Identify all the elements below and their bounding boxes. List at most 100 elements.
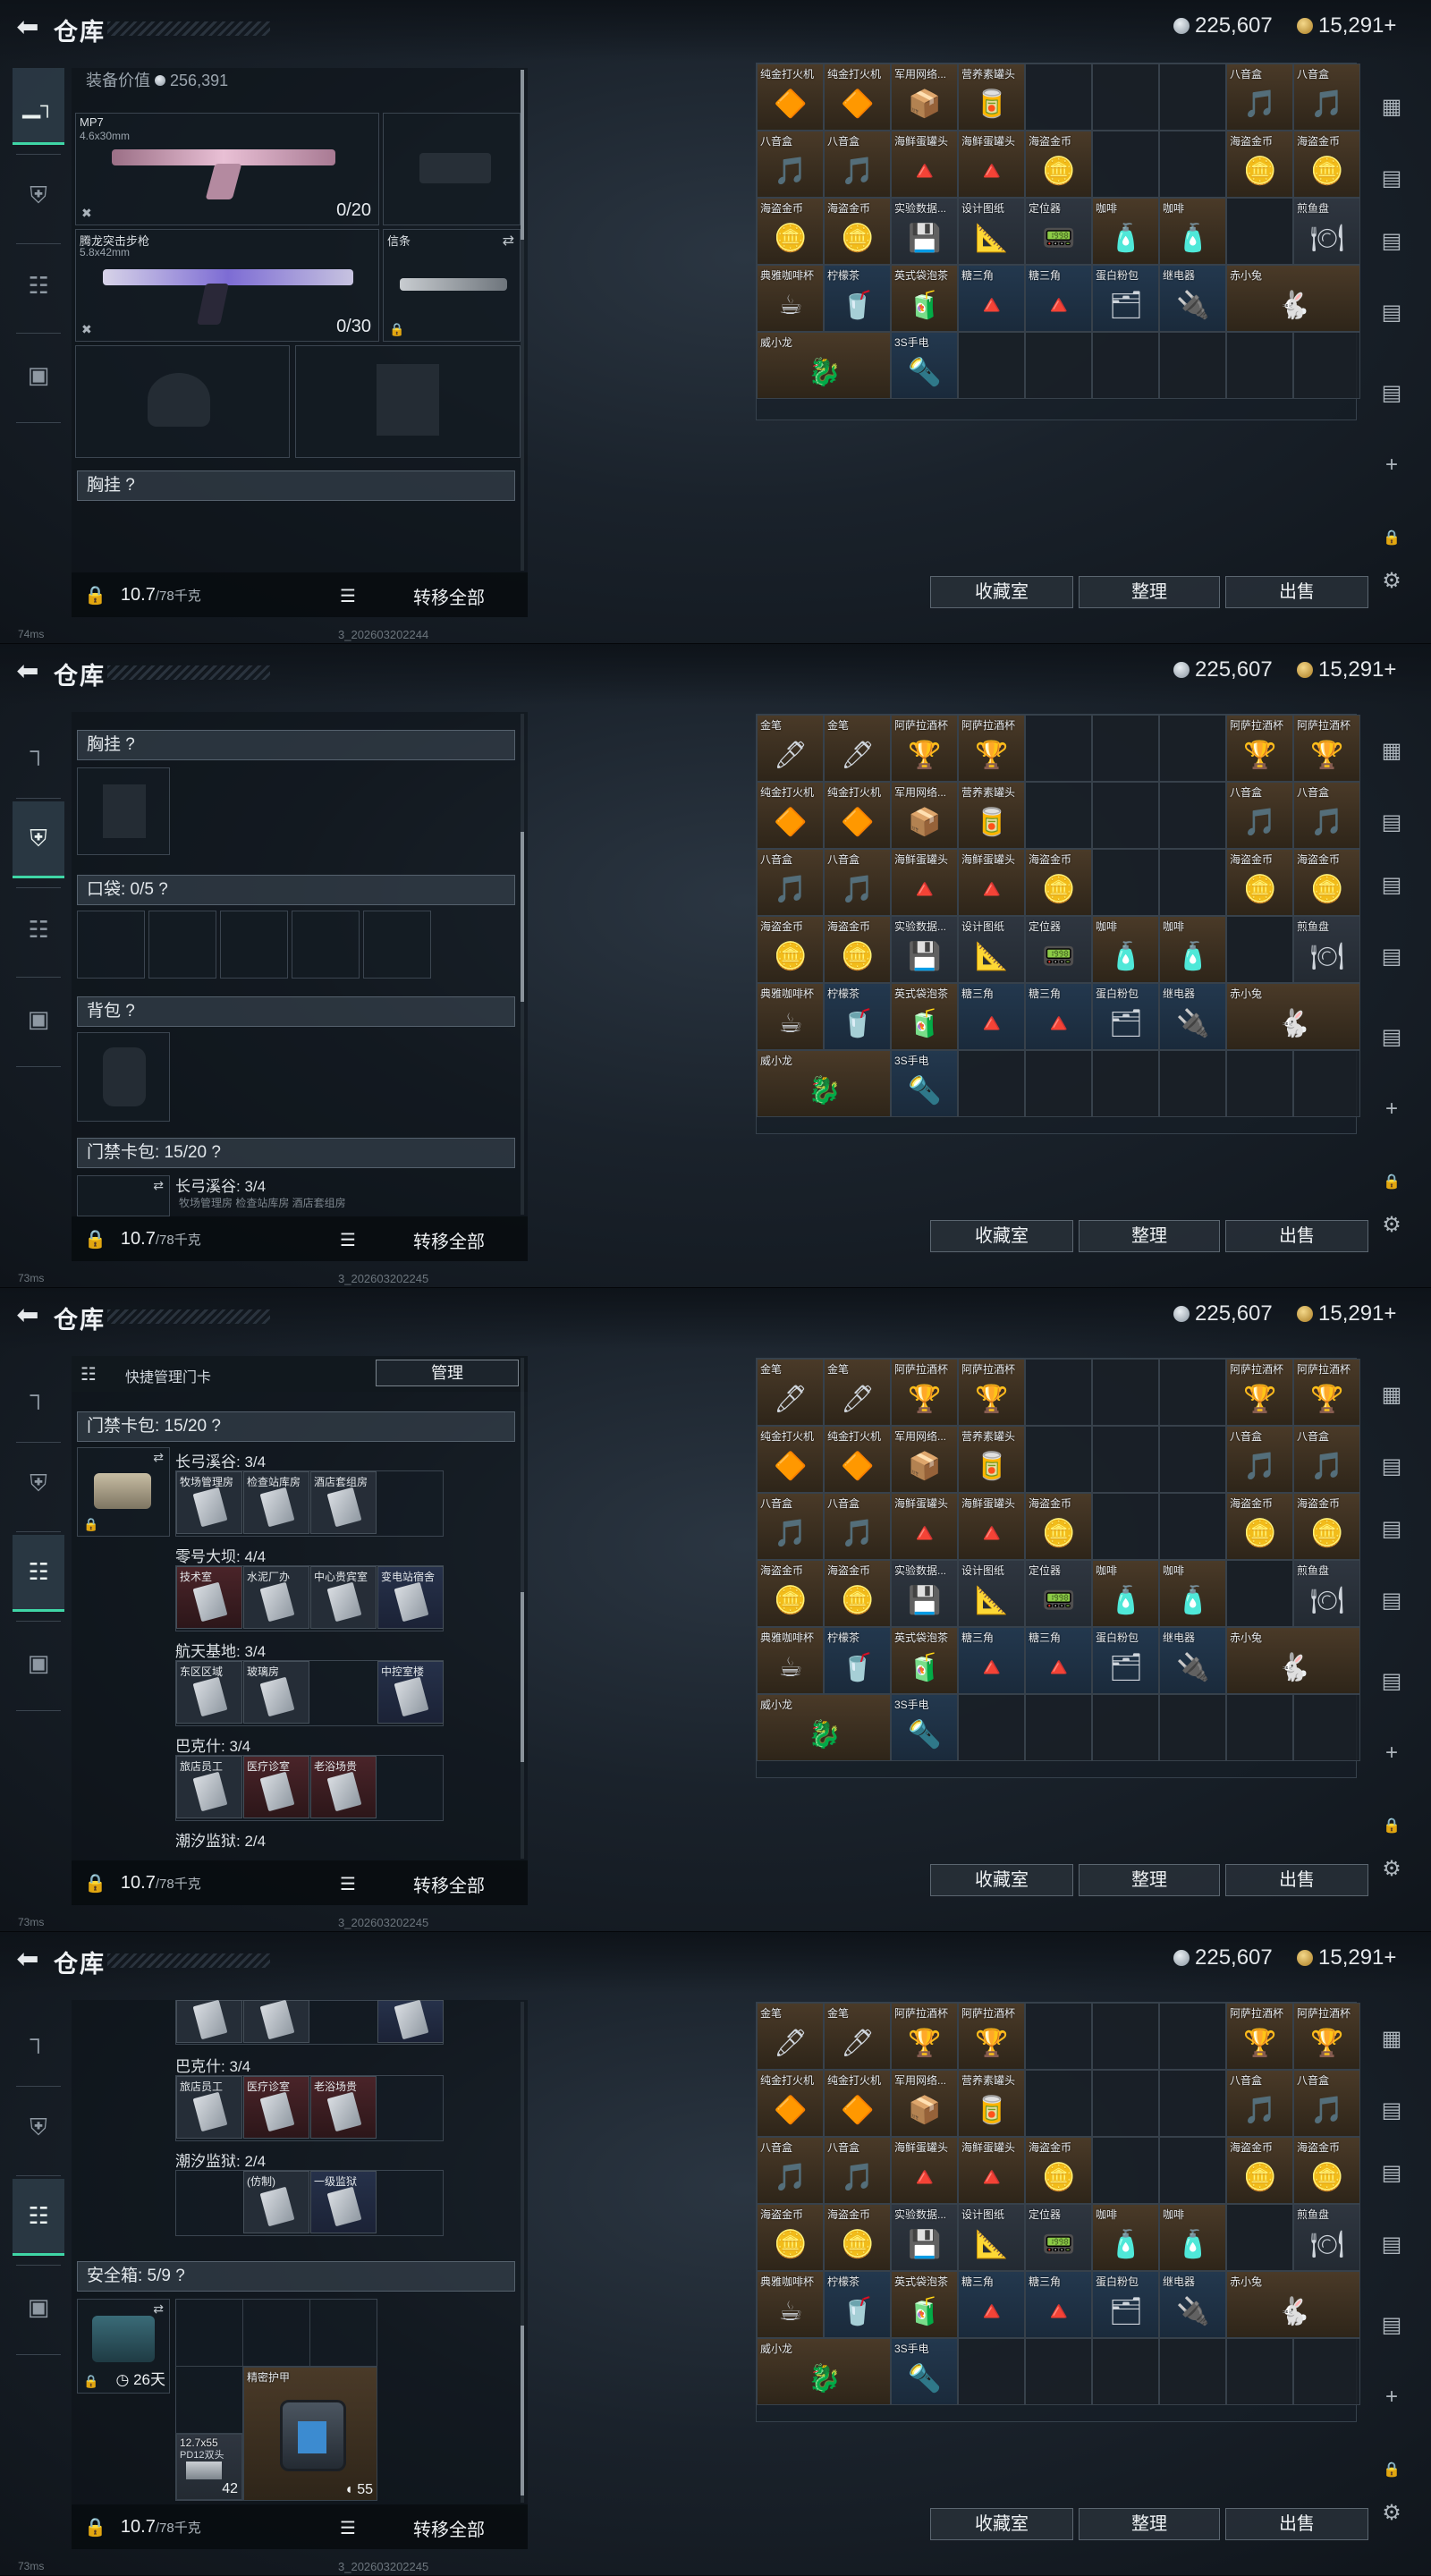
stash-item[interactable]: 金笔 🖊 <box>757 715 824 782</box>
stash-item[interactable]: 金笔 🖊 <box>824 2003 891 2070</box>
stash-item[interactable]: 糖三角 🔺 <box>1025 265 1092 332</box>
pocket-header[interactable]: 口袋: 0/5 ? <box>77 875 515 905</box>
rifle-slot[interactable]: 腾龙突击步枪 5.8x42mm ✖ 0/30 <box>75 229 379 342</box>
right-nav-grid-icon[interactable]: ▦ <box>1374 733 1410 769</box>
sort-button[interactable]: 整理 <box>1079 2508 1220 2540</box>
stash-item[interactable]: 继电器 🔌 <box>1159 983 1226 1050</box>
stash-item[interactable]: 设计图纸 📐 <box>958 916 1025 983</box>
list-icon[interactable]: ☰ <box>340 1229 356 1251</box>
stash-item[interactable]: 海盗金币 🪙 <box>1226 849 1293 916</box>
stash-item[interactable]: 阿萨拉酒杯 🏆 <box>1293 1359 1360 1426</box>
stash-item[interactable]: 军用网络... 📦 <box>891 64 958 131</box>
stash-item[interactable]: 八音盒 🎵 <box>824 131 891 198</box>
keycard-item[interactable]: 旅店员工 <box>176 2076 242 2139</box>
stash-item[interactable]: 威小龙 🐉 <box>757 2338 891 2405</box>
keycard-item[interactable]: 医疗诊室 <box>243 1756 309 1818</box>
back-arrow-icon[interactable]: ⬅ <box>13 13 43 43</box>
stash-item[interactable]: 八音盒 🎵 <box>824 849 891 916</box>
collection-button[interactable]: 收藏室 <box>930 1864 1073 1896</box>
gold-currency[interactable]: 15,291+ <box>1297 657 1396 682</box>
transfer-all-button[interactable]: 转移全部 <box>413 583 485 609</box>
stash-item[interactable]: 海盗金币 🪙 <box>1293 849 1360 916</box>
stash-item[interactable]: 八音盒 🎵 <box>824 2137 891 2204</box>
keycard-pack-header[interactable]: 门禁卡包: 15/20 ? <box>77 1411 515 1442</box>
stash-item[interactable]: 典雅咖啡杯 ☕ <box>757 2271 824 2338</box>
sell-button[interactable]: 出售 <box>1225 1864 1368 1896</box>
stash-item[interactable]: 金笔 🖊 <box>824 715 891 782</box>
stash-item[interactable]: 阿萨拉酒杯 🏆 <box>1226 715 1293 782</box>
chest-rig-header[interactable]: 胸挂 ? <box>77 730 515 760</box>
swap-icon[interactable]: ⇄ <box>153 1450 164 1465</box>
clipboard-tab[interactable]: ☷ <box>13 2179 64 2256</box>
stash-item[interactable]: 金笔 🖊 <box>757 2003 824 2070</box>
weapon-tab[interactable]: ┐ <box>13 712 64 789</box>
stash-item[interactable]: 军用网络... 📦 <box>891 782 958 849</box>
safe-box-slot[interactable]: ⇄ 🔒 ◷ 26天 <box>77 2299 170 2394</box>
stash-item[interactable]: 营养素罐头 🥫 <box>958 64 1025 131</box>
stash-item[interactable]: 继电器 🔌 <box>1159 1627 1226 1694</box>
armor-tab[interactable]: ⛨ <box>13 2089 64 2166</box>
swap-icon[interactable]: ⇄ <box>153 1178 164 1193</box>
stash-item[interactable]: 纯金打火机 🔶 <box>824 64 891 131</box>
stash-item[interactable]: 海盗金币 🪙 <box>1293 1493 1360 1560</box>
transfer-all-button[interactable]: 转移全部 <box>413 2515 485 2541</box>
stash-item[interactable]: 八音盒 🎵 <box>757 1493 824 1560</box>
pocket-slot[interactable] <box>363 911 431 979</box>
stash-item[interactable]: 纯金打火机 🔶 <box>757 64 824 131</box>
stash-item[interactable]: 柠檬茶 🥤 <box>824 983 891 1050</box>
back-arrow-icon[interactable]: ⬅ <box>13 657 43 687</box>
stash-item[interactable]: 海鲜蛋罐头 🔺 <box>958 1493 1025 1560</box>
right-nav-box-3-icon[interactable]: ▤ <box>1374 2227 1410 2263</box>
stash-item[interactable]: 蛋白粉包 🗂 <box>1092 265 1159 332</box>
stash-item[interactable]: 海盗金币 🪙 <box>824 1560 891 1627</box>
briefcase-tab[interactable]: ▣ <box>13 2268 64 2345</box>
clipboard-tab[interactable]: ☷ <box>13 247 64 324</box>
stash-item[interactable]: 3S手电 🔦 <box>891 2338 958 2405</box>
keycard-pack-header[interactable]: 门禁卡包: 15/20 ? <box>77 1138 515 1168</box>
stash-item[interactable]: 威小龙 🐉 <box>757 1050 891 1117</box>
sort-button[interactable]: 整理 <box>1079 576 1220 608</box>
keycard-item[interactable]: 检查站库房 <box>243 1471 309 1534</box>
stash-item[interactable]: 典雅咖啡杯 ☕ <box>757 265 824 332</box>
keycard-item[interactable]: 水泥厂办 <box>243 1566 309 1629</box>
sell-button[interactable]: 出售 <box>1225 576 1368 608</box>
pocket-slot[interactable] <box>220 911 288 979</box>
sort-button[interactable]: 整理 <box>1079 1220 1220 1252</box>
armor-tab[interactable]: ⛨ <box>13 157 64 234</box>
helmet-slot[interactable] <box>75 345 290 458</box>
keycard-pack-slot[interactable]: ⇄ 🔒 <box>77 1447 170 1537</box>
clipboard-tab[interactable]: ☷ <box>13 891 64 968</box>
stash-item[interactable]: 阿萨拉酒杯 🏆 <box>958 715 1025 782</box>
stash-item[interactable]: 糖三角 🔺 <box>958 1627 1025 1694</box>
stash-item[interactable]: 英式袋泡茶 🧃 <box>891 265 958 332</box>
stash-item[interactable]: 威小龙 🐉 <box>757 332 891 399</box>
right-nav-box-2-icon[interactable]: ▤ <box>1374 868 1410 903</box>
armor-tab[interactable]: ⛨ <box>13 1445 64 1522</box>
stash-item[interactable]: 设计图纸 📐 <box>958 198 1025 265</box>
stash-item[interactable]: 实验数据... 💾 <box>891 916 958 983</box>
gold-currency[interactable]: 15,291+ <box>1297 13 1396 38</box>
stash-item[interactable]: 营养素罐头 🥫 <box>958 1426 1025 1493</box>
stash-item[interactable]: 海盗金币 🪙 <box>1025 849 1092 916</box>
stash-item[interactable]: 糖三角 🔺 <box>958 265 1025 332</box>
stash-item[interactable]: 阿萨拉酒杯 🏆 <box>1226 2003 1293 2070</box>
stash-item[interactable]: 咖啡 🧴 <box>1092 1560 1159 1627</box>
clipboard-tab[interactable]: ☷ <box>13 1535 64 1612</box>
settings-gear-icon[interactable]: ⚙ <box>1374 1208 1410 1243</box>
stash-item[interactable]: 赤小兔 🐇 <box>1226 983 1360 1050</box>
lock-icon[interactable]: 🔒 <box>84 1872 106 1894</box>
left-scroll-thumb[interactable] <box>521 2326 524 2496</box>
stash-item[interactable]: 军用网络... 📦 <box>891 2070 958 2137</box>
manage-button[interactable]: 管理 <box>376 1360 519 1386</box>
stash-item[interactable]: 纯金打火机 🔶 <box>824 2070 891 2137</box>
right-nav-box-4-icon[interactable]: ▤ <box>1374 2308 1410 2343</box>
stash-item[interactable]: 海鲜蛋罐头 🔺 <box>891 131 958 198</box>
pocket-slot[interactable] <box>148 911 216 979</box>
stash-item[interactable]: 海鲜蛋罐头 🔺 <box>958 131 1025 198</box>
stash-item[interactable]: 威小龙 🐉 <box>757 1694 891 1761</box>
stash-item[interactable]: 军用网络... 📦 <box>891 1426 958 1493</box>
stash-item[interactable]: 营养素罐头 🥫 <box>958 2070 1025 2137</box>
stash-item[interactable]: 煎鱼盘 🍽 <box>1293 1560 1360 1627</box>
stash-item[interactable]: 定位器 📟 <box>1025 916 1092 983</box>
stash-item[interactable]: 八音盒 🎵 <box>1293 2070 1360 2137</box>
